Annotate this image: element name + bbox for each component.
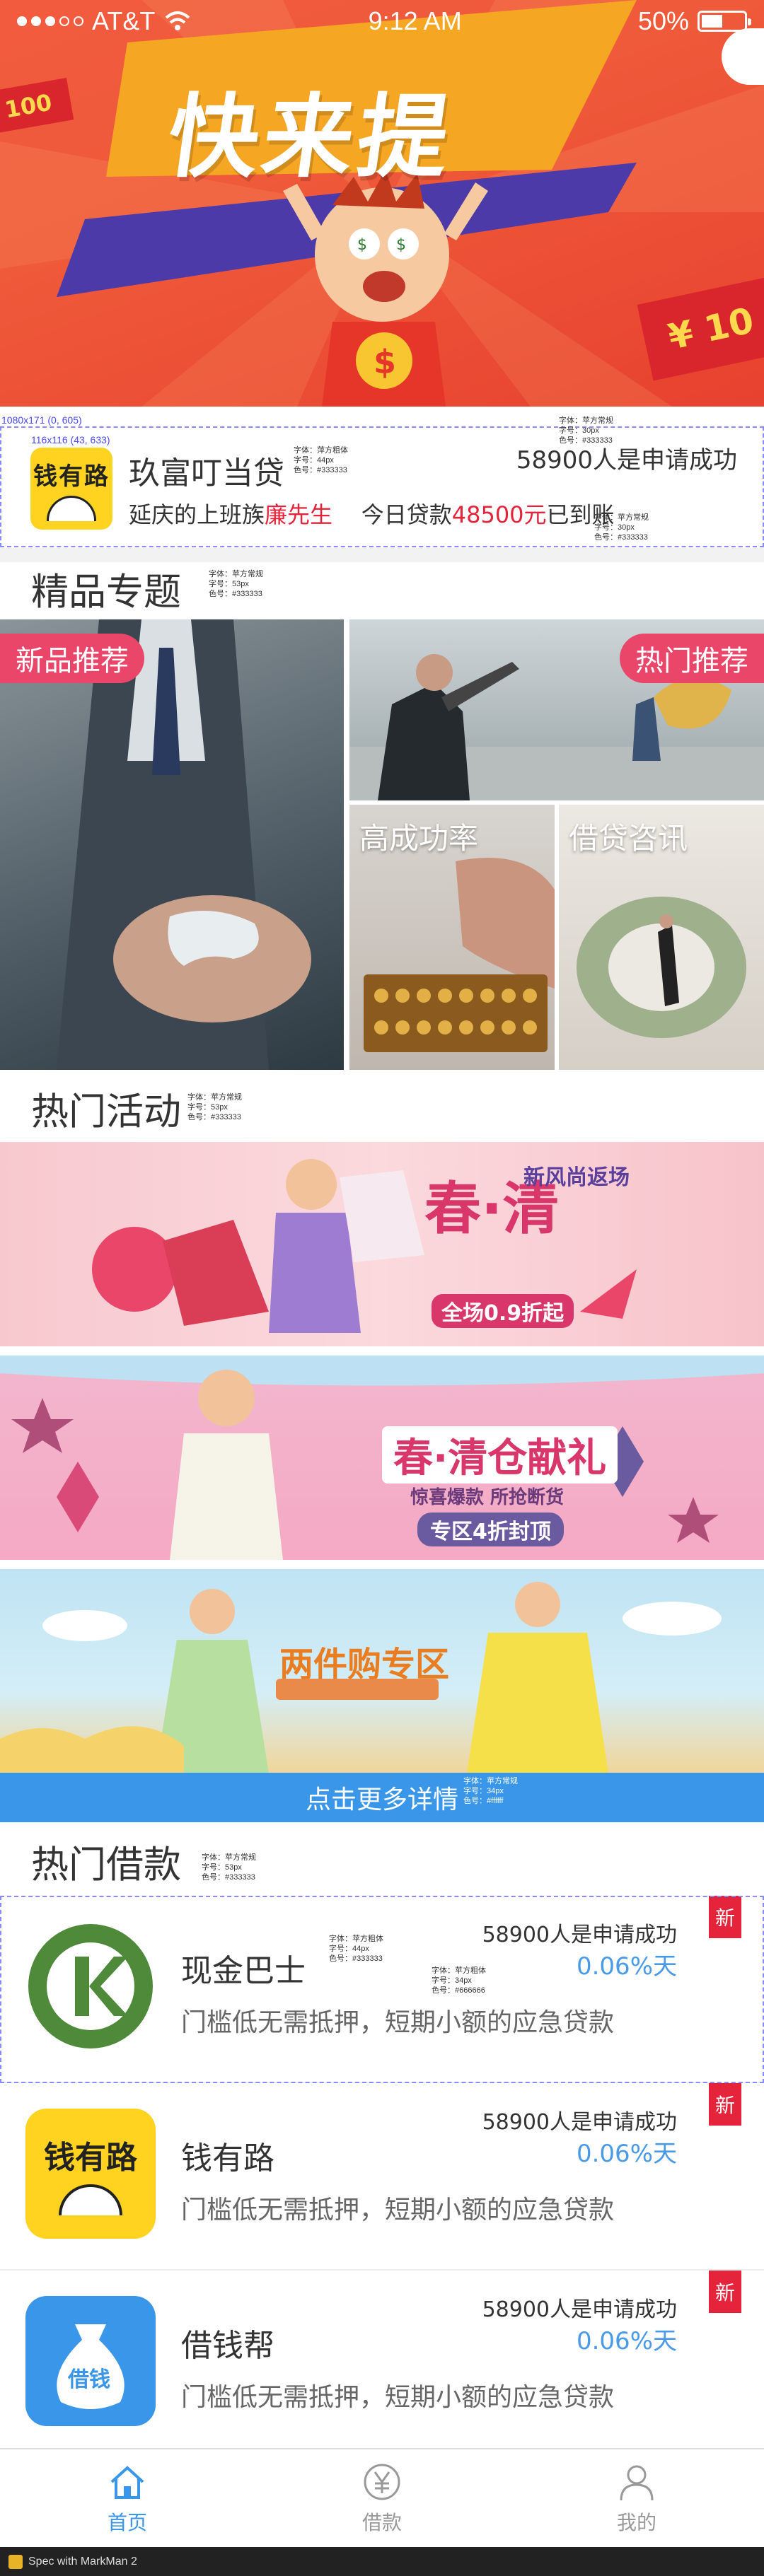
user-icon	[620, 2465, 654, 2501]
featured-label-consult: 借贷咨讯	[569, 821, 688, 856]
cash-bus-icon	[25, 1921, 156, 2051]
footer-text: Spec with MarkMan 2	[28, 2555, 137, 2568]
activity-banner-3[interactable]: 两件购专区	[0, 1569, 764, 1773]
loan-description: 门槛低无需抵押，短期小额的应急贷款	[181, 2383, 615, 2412]
loan-applicant-count: 58900人是申请成功	[482, 2297, 677, 2322]
spec-note: 字体：苹方常规 字号：53px 色号：#333333	[202, 1853, 256, 1882]
featured-card-hot[interactable]: 热门推荐	[349, 619, 764, 800]
promo-ticker-person: 廉先生	[265, 501, 333, 528]
tab-mine[interactable]: 我的	[509, 2449, 764, 2547]
section-title-loans: 热门借款	[31, 1843, 181, 1887]
promo-logo: 钱有路	[30, 448, 112, 530]
featured-tag-new: 新品推荐	[0, 634, 144, 683]
svg-text:$: $	[357, 236, 367, 254]
status-bar: AT&T 9:12 AM 50%	[0, 0, 764, 42]
spec-tag: 116x116 (43, 633)	[31, 434, 110, 445]
banner-2-title: 春·清仓献礼	[382, 1426, 618, 1484]
section-title-activities: 热门活动	[31, 1090, 181, 1133]
loan-item[interactable]: 现金巴士 58900人是申请成功 0.06%天 门槛低无需抵押，短期小额的应急贷…	[0, 1896, 764, 2083]
featured-label-success: 高成功率	[359, 821, 479, 856]
borrow-help-icon: 借钱	[25, 2296, 156, 2426]
loan-description: 门槛低无需抵押，短期小额的应急贷款	[181, 2196, 615, 2225]
footer-strip: Spec with MarkMan 2	[0, 2547, 764, 2576]
loan-name: 借钱帮	[181, 2328, 274, 2364]
wifi-icon	[166, 11, 190, 30]
promo-applicant-count: 58900人是申请成功	[516, 446, 737, 474]
spec-note: 字体：苹方常规 字号：30px 色号：#333333	[559, 416, 613, 445]
svg-text:借钱: 借钱	[67, 2367, 110, 2392]
promo-ticker-prefix: 延庆的上班族	[129, 501, 265, 528]
spec-note: 字体：苹方粗体 字号：34px 色号：#666666	[432, 1966, 486, 1995]
spec-note: 字体：苹方常规 字号：34px 色号：#ffffff	[463, 1777, 518, 1805]
banner-1-art	[92, 1159, 637, 1333]
tab-home-label: 首页	[107, 2511, 147, 2534]
signal-icon	[17, 16, 83, 26]
promo-product-name[interactable]: 玖富叮当贷	[129, 448, 284, 493]
battery-percent: 50%	[637, 6, 689, 35]
tab-loans[interactable]: 借款	[255, 2449, 509, 2547]
spec-note: 字体：萍方粗体 字号：44px 色号：#333333	[294, 446, 348, 474]
spec-note: 字体：苹方常规 字号：53px 色号：#333333	[187, 1093, 242, 1121]
section-title-featured: 精品专题	[31, 571, 181, 614]
home-icon	[110, 2466, 144, 2499]
loan-description: 门槛低无需抵押，短期小额的应急贷款	[181, 2008, 615, 2037]
section-divider	[0, 548, 764, 562]
loan-applicant-count: 58900人是申请成功	[482, 2110, 677, 2135]
loan-rate: 0.06%天	[576, 2327, 677, 2355]
banner-3-strip	[276, 1679, 439, 1700]
spec-note: 字体：苹方常规 字号：30px 色号：#333333	[594, 513, 649, 542]
tab-mine-label: 我的	[616, 2511, 656, 2534]
banner-1-subtitle: 新风尚返场	[523, 1165, 630, 1190]
featured-card-consult[interactable]: 借贷咨讯	[559, 805, 764, 1070]
new-badge: 新	[709, 1896, 741, 1938]
loan-rate: 0.06%天	[576, 2140, 677, 2168]
featured-card-new[interactable]: 新品推荐	[0, 619, 344, 1070]
promo-ticker-mid: 今日贷款	[361, 501, 452, 528]
promo-ticker-amount: 48500元	[451, 501, 547, 528]
money-road-icon: 钱有路	[25, 2109, 156, 2239]
new-badge: 新	[709, 2271, 741, 2313]
hero-title: 快来提	[161, 85, 461, 190]
promo-logo-text: 钱有路	[33, 462, 110, 491]
loan-name: 现金巴士	[181, 1953, 306, 1989]
featured-card-success[interactable]: 高成功率	[349, 805, 555, 1070]
bottom-tab-bar: 首页 借款 我的	[0, 2448, 764, 2547]
hero-banner[interactable]: $ $ $ 快来提 100 ¥ 10	[0, 0, 764, 407]
svg-text:$: $	[374, 343, 396, 381]
loan-name: 钱有路	[181, 2140, 274, 2176]
spec-note: 字体：苹方粗体 字号：44px 色号：#333333	[329, 1935, 383, 1963]
activity-banner-1[interactable]: 春·清 新风尚返场 全场0.9折起	[0, 1142, 764, 1346]
yen-icon	[364, 2464, 400, 2500]
loan-applicant-count: 58900人是申请成功	[482, 1923, 677, 1947]
loan-item[interactable]: 借钱 借钱帮 58900人是申请成功 0.06%天 门槛低无需抵押，短期小额的应…	[0, 2271, 764, 2458]
clock: 9:12 AM	[368, 6, 462, 35]
banner-2-subtitle: 惊喜爆款 所抢断货	[410, 1487, 565, 1508]
loan-rate: 0.06%天	[576, 1952, 677, 1981]
loan-item[interactable]: 钱有路 钱有路 58900人是申请成功 0.06%天 门槛低无需抵押，短期小额的…	[0, 2083, 764, 2271]
featured-tag-hot: 热门推荐	[620, 634, 764, 683]
markman-logo-icon	[8, 2554, 23, 2569]
promo-ticker: 延庆的上班族廉先生 今日贷款48500元已到账	[129, 497, 615, 530]
tab-loans-label: 借款	[361, 2511, 402, 2534]
battery-icon	[698, 11, 751, 32]
carrier: AT&T	[92, 6, 156, 35]
activity-banner-2[interactable]: 春·清仓献礼 惊喜爆款 所抢断货 专区4折封顶	[0, 1356, 764, 1560]
tab-home[interactable]: 首页	[0, 2449, 255, 2547]
svg-text:$: $	[396, 236, 406, 254]
featured-new-image	[57, 619, 311, 1070]
new-badge: 新	[709, 2083, 741, 2126]
spec-note: 字体：苹方常规 字号：53px 色号：#333333	[209, 570, 263, 598]
banner-1-deal: 全场0.9折起	[432, 1294, 574, 1328]
section-divider	[0, 1822, 764, 1836]
spec-tag: 1080x171 (0, 605)	[1, 414, 82, 426]
banner-2-deal: 专区4折封顶	[417, 1513, 564, 1546]
more-details-button[interactable]: 点击更多详情	[0, 1773, 764, 1822]
